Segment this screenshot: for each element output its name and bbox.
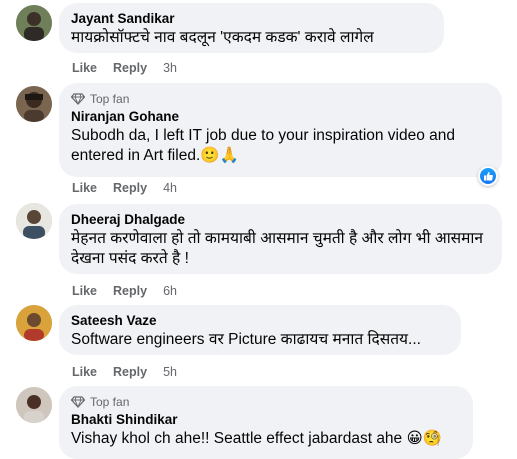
comment-actions: Like Reply 4h (72, 180, 177, 196)
comment-text: मेहनत करणेवाला हो तो कामयाबी आसमान चुमती… (71, 230, 484, 267)
comment-time[interactable]: 5h (163, 364, 177, 380)
commenter-name[interactable]: Jayant Sandikar (71, 10, 432, 28)
diamond-icon (71, 395, 85, 408)
comment-text: Subodh da, I left IT job due to your ins… (71, 127, 456, 164)
commenter-name[interactable]: Dheeraj Dhalgade (71, 211, 490, 229)
comment-text: Software engineers वर Picture काढायच मना… (71, 331, 421, 348)
commenter-name[interactable]: Bhakti Shindikar (71, 411, 461, 429)
comment-time[interactable]: 6h (163, 283, 177, 299)
comment-text: Vishay khol ch ahe!! Seattle effect jaba… (71, 430, 442, 447)
commenter-name[interactable]: Sateesh Vaze (71, 312, 449, 330)
avatar[interactable] (16, 86, 52, 122)
comment-bubble: Top fan Niranjan Gohane Subodh da, I lef… (59, 83, 502, 177)
like-button[interactable]: Like (72, 283, 97, 299)
reply-button[interactable]: Reply (113, 180, 147, 196)
avatar[interactable] (16, 387, 52, 423)
comment-actions: Like Reply 3h (72, 60, 177, 76)
comment-time[interactable]: 4h (163, 180, 177, 196)
reply-button[interactable]: Reply (113, 283, 147, 299)
comment-actions: Like Reply 6h (72, 283, 177, 299)
top-fan-label: Top fan (90, 91, 130, 106)
diamond-icon (71, 92, 85, 105)
like-button[interactable]: Like (72, 60, 97, 76)
reply-button[interactable]: Reply (113, 60, 147, 76)
reply-button[interactable]: Reply (113, 364, 147, 380)
comment-time[interactable]: 3h (163, 60, 177, 76)
comment-bubble: Sateesh Vaze Software engineers वर Pictu… (59, 305, 461, 355)
top-fan-badge: Top fan (71, 393, 461, 410)
avatar[interactable] (16, 203, 52, 239)
comment-bubble: Jayant Sandikar मायक्रोसॉफ्टचे नाव बदलून… (59, 3, 444, 53)
comment-text: मायक्रोसॉफ्टचे नाव बदलून 'एकदम कडक' कराव… (71, 29, 374, 46)
reaction-count[interactable] (478, 166, 498, 186)
like-button[interactable]: Like (72, 364, 97, 380)
avatar[interactable] (16, 305, 52, 341)
like-button[interactable]: Like (72, 180, 97, 196)
comment-actions: Like Reply 5h (72, 364, 177, 380)
top-fan-badge: Top fan (71, 90, 490, 107)
commenter-name[interactable]: Niranjan Gohane (71, 108, 490, 126)
comment-bubble: Dheeraj Dhalgade मेहनत करणेवाला हो तो का… (59, 204, 502, 274)
comment-bubble: Top fan Bhakti Shindikar Vishay khol ch … (59, 386, 473, 459)
top-fan-label: Top fan (90, 394, 130, 409)
avatar[interactable] (16, 5, 52, 41)
thumbs-up-icon (484, 172, 493, 181)
